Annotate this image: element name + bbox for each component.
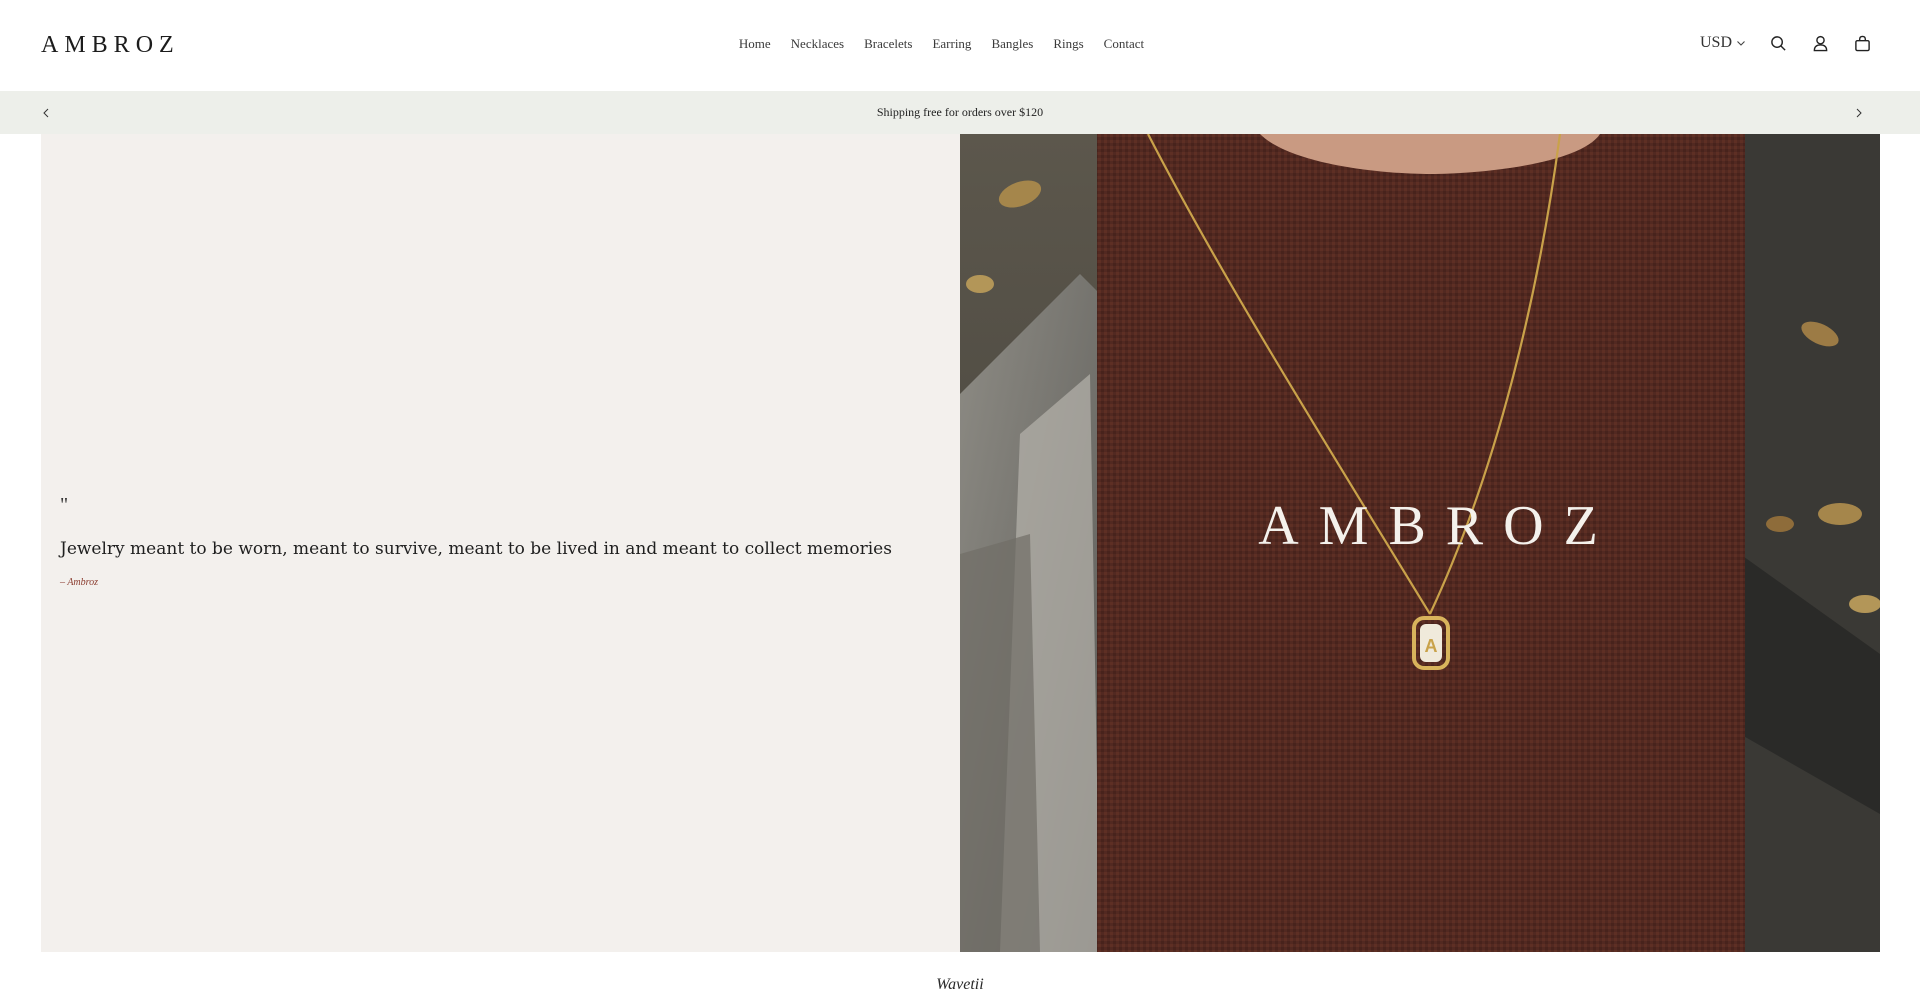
search-icon[interactable]: [1768, 33, 1788, 53]
quote-text: Jewelry meant to be worn, meant to survi…: [60, 539, 892, 559]
hero-image: A AMBROZ: [960, 134, 1880, 952]
nav-bracelets[interactable]: Bracelets: [864, 36, 912, 52]
announcement-next-button[interactable]: [1850, 104, 1868, 122]
account-icon[interactable]: [1810, 33, 1830, 53]
quote-mark: ": [60, 494, 69, 516]
pendant-letter: A: [1425, 636, 1438, 656]
footer-brand: Wavetii: [936, 976, 984, 993]
image-overlay-logo: AMBROZ: [1258, 495, 1618, 557]
main-nav: Home Necklaces Bracelets Earring Bangles…: [0, 36, 1920, 52]
currency-label: USD: [1699, 34, 1732, 51]
quote-panel: " Jewelry meant to be worn, meant to sur…: [41, 134, 960, 952]
nav-earring[interactable]: Earring: [932, 36, 971, 52]
nav-contact[interactable]: Contact: [1104, 36, 1144, 52]
site-header: AMBROZ Home Necklaces Bracelets Earring …: [0, 0, 1920, 91]
header-tools: USD: [1700, 33, 1872, 53]
nav-bangles[interactable]: Bangles: [991, 36, 1033, 52]
chevron-right-icon: [1856, 108, 1862, 118]
announcement-bar: Shipping free for orders over $120: [0, 91, 1920, 134]
quote-author: – Ambroz: [60, 577, 99, 588]
chevron-down-icon: [1737, 41, 1745, 46]
nav-home[interactable]: Home: [739, 36, 771, 52]
announcement-text: Shipping free for orders over $120: [876, 105, 1044, 119]
cart-icon[interactable]: [1852, 33, 1872, 53]
currency-selector[interactable]: USD: [1700, 34, 1746, 52]
nav-necklaces[interactable]: Necklaces: [791, 36, 844, 52]
nav-rings[interactable]: Rings: [1053, 36, 1083, 52]
